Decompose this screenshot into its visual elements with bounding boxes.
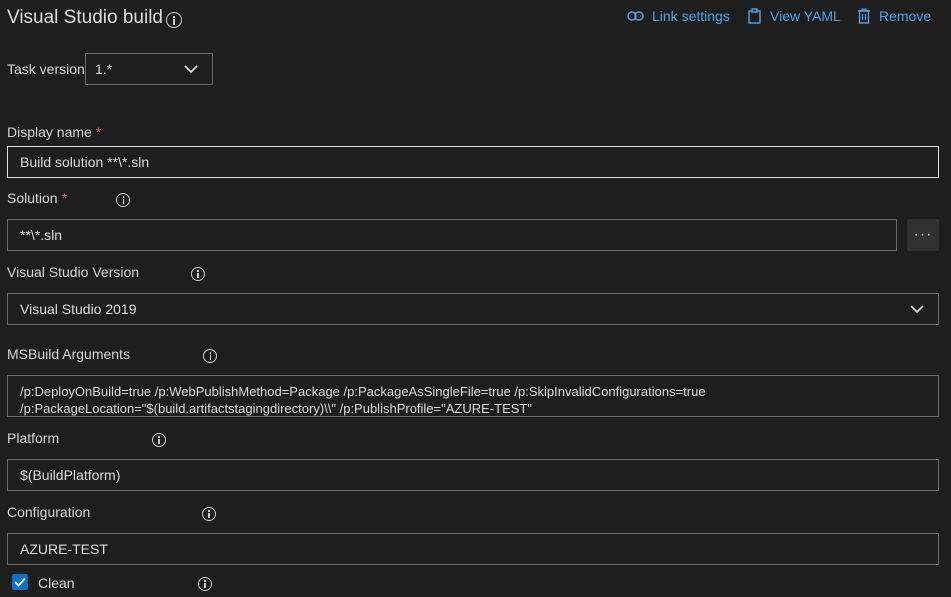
link-settings-label: Link settings bbox=[652, 8, 730, 24]
display-name-input[interactable]: Build solution **\*.sln bbox=[7, 146, 939, 178]
info-icon[interactable] bbox=[116, 193, 131, 207]
chevron-down-icon bbox=[910, 305, 924, 314]
msbuild-label: MSBuild Arguments bbox=[7, 346, 130, 362]
task-version-select[interactable]: 1.* bbox=[85, 53, 213, 85]
link-settings-button[interactable]: Link settings bbox=[627, 8, 730, 24]
info-icon[interactable] bbox=[197, 577, 212, 591]
view-yaml-button[interactable]: View YAML bbox=[747, 8, 841, 24]
checkmark-icon bbox=[14, 577, 26, 587]
display-name-value: Build solution **\*.sln bbox=[20, 154, 150, 170]
remove-label: Remove bbox=[879, 8, 932, 24]
solution-label: Solution * bbox=[7, 190, 67, 206]
link-icon bbox=[627, 11, 644, 21]
view-yaml-label: View YAML bbox=[770, 8, 841, 24]
task-version-label: Task version bbox=[7, 61, 85, 77]
info-icon[interactable] bbox=[166, 12, 182, 28]
solution-input[interactable]: **\*.sln bbox=[7, 219, 897, 251]
clean-checkbox[interactable] bbox=[12, 574, 28, 590]
display-name-label: Display name * bbox=[7, 124, 101, 140]
msbuild-args-line: /p:PackageLocation="$(build.artifactstag… bbox=[20, 401, 532, 416]
clipboard-icon bbox=[748, 8, 761, 24]
info-icon[interactable] bbox=[203, 349, 218, 363]
configuration-label: Configuration bbox=[7, 504, 91, 520]
configuration-value: AZURE-TEST bbox=[20, 541, 108, 557]
clean-label: Clean bbox=[38, 575, 75, 591]
info-icon[interactable] bbox=[190, 267, 205, 281]
remove-button[interactable]: Remove bbox=[857, 8, 931, 24]
chevron-down-icon bbox=[184, 65, 198, 74]
display-name-label-text: Display name bbox=[7, 124, 92, 140]
vs-version-label: Visual Studio Version bbox=[7, 264, 140, 280]
msbuild-args-textarea[interactable]: /p:DeployOnBuild=true /p:WebPublishMetho… bbox=[7, 375, 939, 417]
required-marker: * bbox=[61, 190, 68, 206]
vs-version-select[interactable]: Visual Studio 2019 bbox=[7, 293, 939, 325]
task-version-value: 1.* bbox=[95, 61, 113, 77]
vs-version-value: Visual Studio 2019 bbox=[20, 301, 137, 317]
msbuild-args-line: /p:DeployOnBuild=true /p:WebPublishMetho… bbox=[20, 384, 706, 399]
platform-value: $(BuildPlatform) bbox=[20, 467, 121, 483]
info-icon[interactable] bbox=[151, 433, 166, 447]
platform-input[interactable]: $(BuildPlatform) bbox=[7, 459, 939, 491]
platform-label: Platform bbox=[7, 430, 60, 446]
trash-icon bbox=[858, 8, 870, 24]
solution-value: **\*.sln bbox=[20, 227, 63, 243]
required-marker: * bbox=[95, 124, 102, 140]
page-title: Visual Studio build bbox=[7, 7, 163, 28]
info-icon[interactable] bbox=[202, 507, 217, 521]
solution-label-text: Solution bbox=[7, 190, 58, 206]
browse-button[interactable]: ··· bbox=[907, 219, 939, 251]
configuration-input[interactable]: AZURE-TEST bbox=[7, 533, 939, 565]
